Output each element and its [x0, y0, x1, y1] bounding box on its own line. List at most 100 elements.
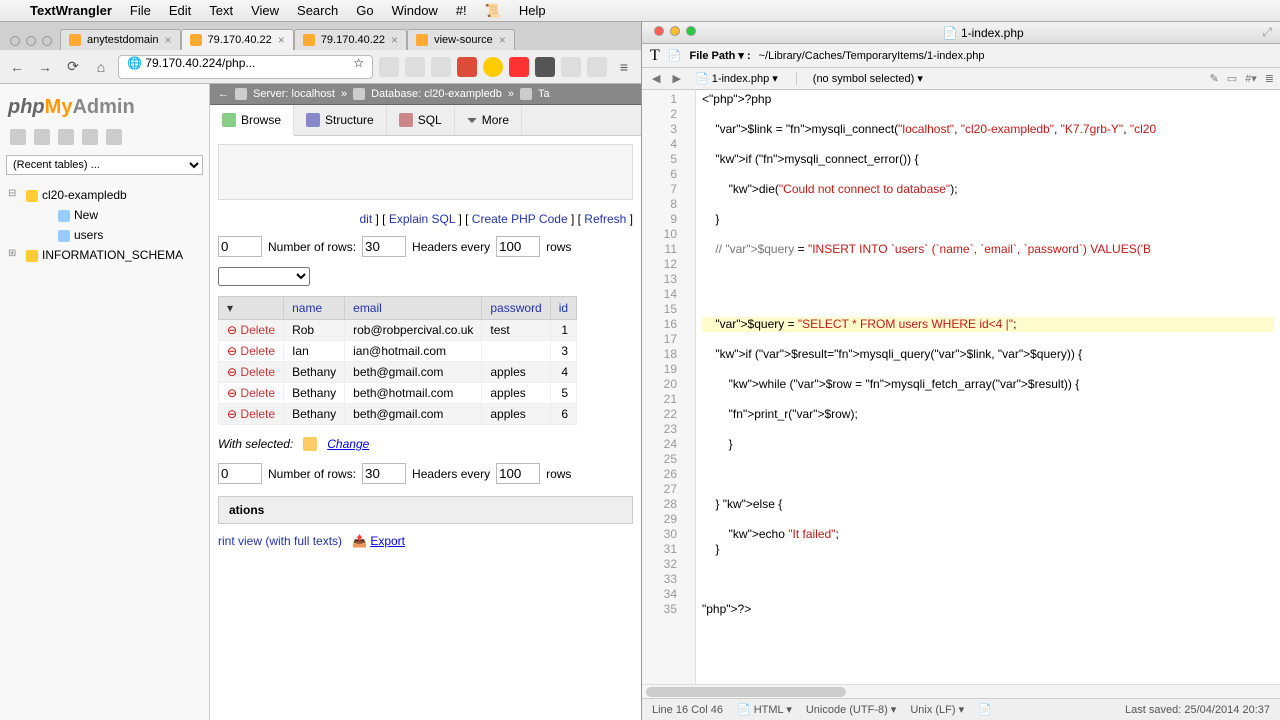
h-scrollbar[interactable] — [642, 684, 1280, 698]
menu-edit[interactable]: Edit — [169, 3, 191, 18]
nav-back-icon[interactable]: ◀ — [648, 72, 664, 85]
marker-icon[interactable]: ✎ — [1210, 72, 1219, 85]
tab-more[interactable]: More — [455, 105, 522, 135]
operations-panel[interactable]: ations — [218, 496, 633, 524]
file-path[interactable]: ~/Library/Caches/TemporaryItems/1-index.… — [759, 50, 985, 62]
browser-tab[interactable]: view-source× — [407, 29, 515, 50]
close-icon[interactable]: × — [278, 33, 285, 47]
headers-input[interactable] — [496, 236, 540, 257]
col-header-name[interactable]: name — [284, 297, 345, 320]
symbol-selector[interactable]: (no symbol selected) ▾ — [801, 72, 1206, 85]
counterpart-icon[interactable]: ▭ — [1227, 72, 1237, 85]
nav-back-icon[interactable]: ← — [218, 88, 229, 100]
delete-link[interactable]: Delete — [240, 365, 275, 379]
browser-tab[interactable]: anytestdomain× — [60, 29, 181, 50]
delete-link[interactable]: Delete — [240, 407, 275, 421]
edit-link[interactable]: dit — [359, 212, 372, 226]
db-node[interactable]: INFORMATION_SCHEMA — [6, 245, 203, 265]
breadcrumb: ← Server: localhost » Database: cl20-exa… — [210, 84, 641, 105]
explain-link[interactable]: Explain SQL — [389, 212, 455, 226]
tab-structure[interactable]: Structure — [294, 105, 387, 135]
cursor-position[interactable]: Line 16 Col 46 — [652, 704, 723, 716]
ext-icon[interactable] — [587, 57, 607, 77]
refresh-link[interactable]: Refresh — [584, 212, 626, 226]
create-php-link[interactable]: Create PHP Code — [472, 212, 568, 226]
globe-icon: 🌐 — [127, 56, 145, 70]
database-icon — [353, 88, 365, 100]
delete-link[interactable]: Delete — [240, 386, 275, 400]
ext-icon[interactable] — [561, 57, 581, 77]
headers-input[interactable] — [496, 463, 540, 484]
col-header-id[interactable]: id — [550, 297, 576, 320]
tree-new[interactable]: New — [24, 205, 203, 225]
code-area[interactable]: 1234567891011121314151617181920212223242… — [642, 90, 1280, 684]
table-row[interactable]: ⊖ DeleteRobrob@robpercival.co.uktest1 — [219, 320, 577, 341]
menu-view[interactable]: View — [251, 3, 279, 18]
maximize-icon[interactable]: ⤢ — [1262, 25, 1272, 40]
favicon-icon — [69, 34, 81, 46]
favicon-icon — [303, 34, 315, 46]
num-rows-input[interactable] — [362, 463, 406, 484]
menu-script-icon[interactable]: 📜 — [485, 3, 501, 19]
col-header-password[interactable]: password — [482, 297, 550, 320]
pma-quick-icons[interactable] — [6, 129, 203, 155]
home-button[interactable]: ⌂ — [90, 56, 112, 78]
table-row[interactable]: ⊖ DeleteIanian@hotmail.com3 — [219, 341, 577, 362]
doc-selector[interactable]: 📄 1-index.php ▾ — [689, 72, 797, 85]
table-row[interactable]: ⊖ DeleteBethanybeth@gmail.comapples6 — [219, 404, 577, 425]
col-header-email[interactable]: email — [345, 297, 482, 320]
ext-icon[interactable] — [509, 57, 529, 77]
menu-shebang[interactable]: #! — [456, 3, 467, 18]
url-input[interactable]: 🌐 79.170.40.224/php...☆ — [118, 55, 373, 79]
menu-window[interactable]: Window — [392, 3, 438, 18]
table-row[interactable]: ⊖ DeleteBethanybeth@gmail.comapples4 — [219, 362, 577, 383]
reload-button[interactable]: ⟳ — [62, 56, 84, 78]
encoding[interactable]: Unicode (UTF-8) ▾ — [806, 703, 896, 716]
ext-icon[interactable] — [535, 57, 555, 77]
ext-icon[interactable] — [483, 57, 503, 77]
browser-tab[interactable]: 79.170.40.22× — [294, 29, 407, 50]
tab-browse[interactable]: Browse — [210, 105, 294, 136]
language-mode[interactable]: 📄 HTML ▾ — [737, 703, 792, 716]
window-traffic-lights[interactable] — [6, 36, 60, 50]
tree-table-users[interactable]: users — [24, 225, 203, 245]
sort-select[interactable] — [218, 267, 310, 286]
nav-forward-icon[interactable]: ▶ — [668, 72, 684, 85]
db-node[interactable]: cl20-exampledb — [6, 185, 203, 205]
app-name[interactable]: TextWrangler — [30, 3, 112, 18]
browser-tab[interactable]: 79.170.40.22× — [181, 29, 294, 50]
with-selected: With selected: Change — [210, 431, 641, 457]
code-content[interactable]: <"php">?php "var">$link = "fn">mysqli_co… — [696, 90, 1280, 684]
menu-icon[interactable]: ≡ — [613, 56, 635, 78]
close-icon[interactable]: × — [499, 33, 506, 47]
col-header-actions[interactable]: ▾ — [219, 297, 284, 320]
delete-link[interactable]: Delete — [240, 323, 275, 337]
menu-go[interactable]: Go — [356, 3, 373, 18]
menu-help[interactable]: Help — [519, 3, 546, 18]
text-tool-icon[interactable]: T — [650, 47, 660, 65]
menu-text[interactable]: Text — [209, 3, 233, 18]
delete-link[interactable]: Delete — [240, 344, 275, 358]
close-icon[interactable]: × — [391, 33, 398, 47]
ext-icon[interactable] — [457, 57, 477, 77]
table-row[interactable]: ⊖ DeleteBethanybeth@hotmail.comapples5 — [219, 383, 577, 404]
ext-icon[interactable] — [431, 57, 451, 77]
back-button[interactable]: ← — [6, 56, 28, 78]
menu-file[interactable]: File — [130, 3, 151, 18]
window-traffic-lights[interactable] — [650, 26, 704, 40]
split-icon[interactable]: ≣ — [1265, 72, 1274, 85]
start-row-input[interactable] — [218, 463, 262, 484]
includes-icon[interactable]: #▾ — [1245, 72, 1257, 85]
export-link[interactable]: Export — [370, 534, 405, 548]
recent-tables-select[interactable]: (Recent tables) ... — [6, 155, 203, 175]
ext-icon[interactable] — [405, 57, 425, 77]
menu-search[interactable]: Search — [297, 3, 338, 18]
tab-sql[interactable]: SQL — [387, 105, 455, 135]
start-row-input[interactable] — [218, 236, 262, 257]
change-link[interactable]: Change — [327, 437, 369, 451]
line-endings[interactable]: Unix (LF) ▾ — [910, 703, 964, 716]
forward-button[interactable]: → — [34, 56, 56, 78]
ext-icon[interactable] — [379, 57, 399, 77]
num-rows-input[interactable] — [362, 236, 406, 257]
close-icon[interactable]: × — [165, 33, 172, 47]
